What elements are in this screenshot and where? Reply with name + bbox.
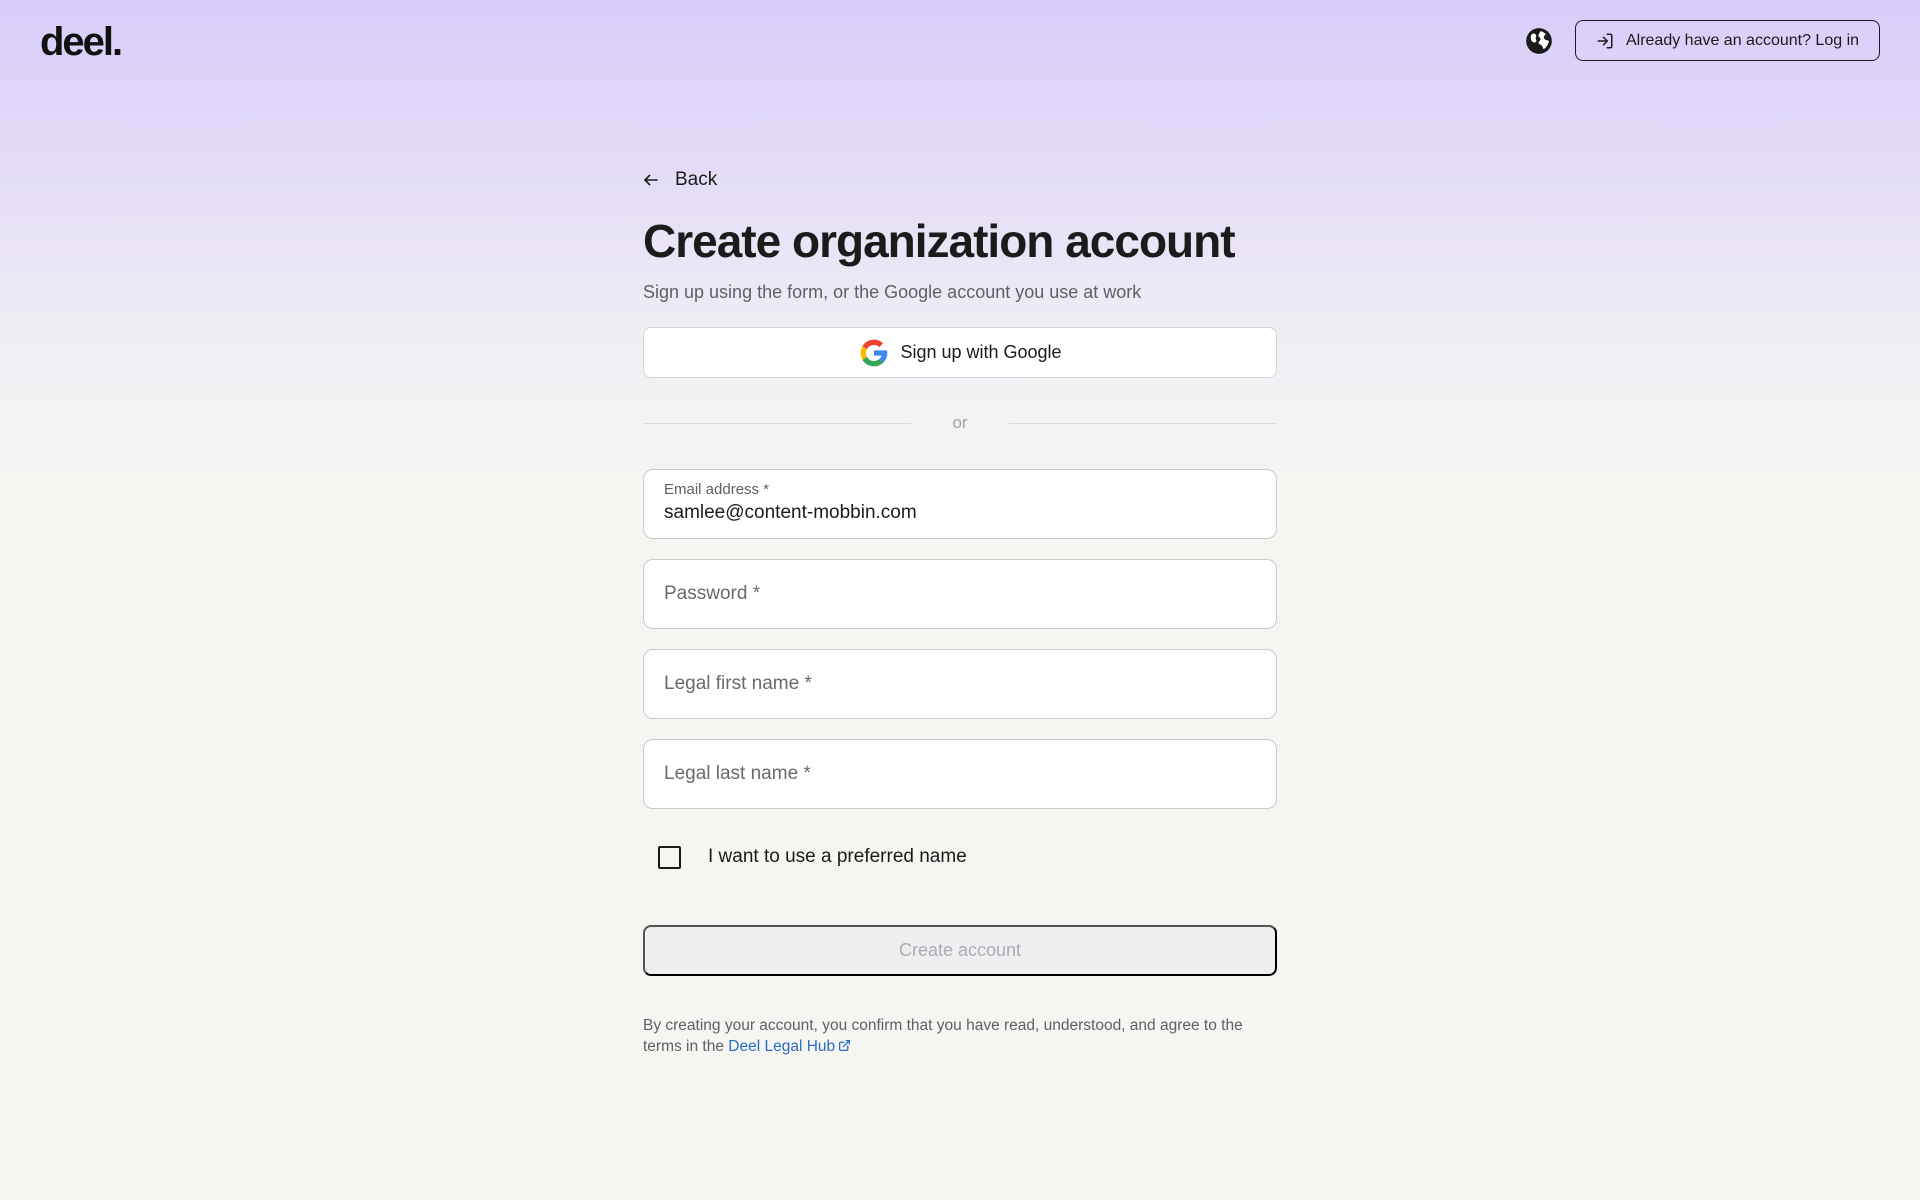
password-field[interactable]: Password * [643,559,1277,629]
or-divider: or [643,411,1277,435]
preferred-name-label[interactable]: I want to use a preferred name [708,846,967,868]
preferred-name-checkbox[interactable] [658,845,681,869]
legal-notice: By creating your account, you confirm th… [643,1015,1277,1057]
google-button-label: Sign up with Google [900,342,1062,362]
page-subtitle: Sign up using the form, or the Google ac… [643,282,1142,302]
create-account-button[interactable]: Create account [643,925,1277,976]
back-label: Back [675,169,718,190]
email-field-label: Email address * [664,481,770,498]
google-icon [861,339,888,366]
divider-line-left [643,422,911,424]
first-name-field-label: Legal first name * [664,673,812,694]
deel-logo[interactable]: deel. [40,20,123,64]
create-account-label: Create account [898,940,1022,960]
globe-icon[interactable] [1525,27,1553,55]
login-button-label: Already have an account? Log in [1625,31,1860,49]
legal-hub-link-label: Deel Legal Hub [728,1038,836,1055]
page-title: Create organization account [643,215,1236,267]
back-link[interactable]: Back [643,166,717,194]
legal-hub-link[interactable]: Deel Legal Hub [728,1038,851,1055]
first-name-field[interactable]: Legal first name * [643,649,1277,719]
email-field[interactable]: Email address * samlee@content-mobbin.co… [643,469,1277,539]
login-button[interactable]: Already have an account? Log in [1575,20,1880,61]
password-field-label: Password * [664,583,761,604]
email-field-value: samlee@content-mobbin.com [664,502,917,523]
external-link-icon [839,1039,851,1052]
login-icon [1597,33,1613,48]
divider-text: or [952,413,968,432]
last-name-field-label: Legal last name * [664,763,811,784]
last-name-field[interactable]: Legal last name * [643,739,1277,809]
google-signup-button[interactable]: Sign up with Google [643,327,1277,378]
divider-line-right [1009,422,1277,424]
arrow-left-icon [644,174,658,186]
preferred-name-row: I want to use a preferred name [643,843,1277,871]
